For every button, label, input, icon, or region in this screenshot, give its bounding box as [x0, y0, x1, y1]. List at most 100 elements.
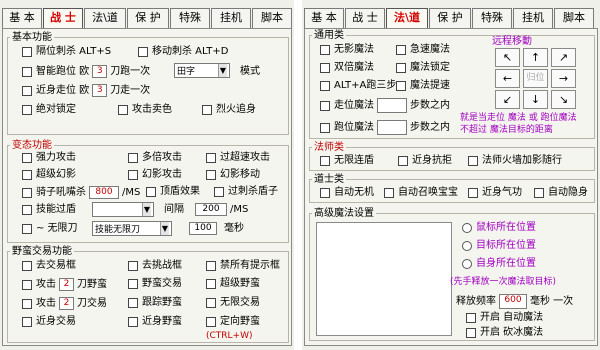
chk-near-trade[interactable]: 近身交易 — [22, 316, 76, 328]
roar-kill-interval[interactable]: 800 — [89, 186, 119, 199]
chk-shadowless-magic[interactable]: 无影魔法 — [320, 44, 374, 56]
chk-auto-stealth[interactable]: 自动隐身 — [534, 187, 588, 199]
magic-list[interactable] — [316, 222, 452, 336]
tab-auto[interactable]: 挂机 — [513, 8, 553, 28]
advanced-group: 高级魔法设置 鼠标所在位置 目标所在位置 自身所在位置 (先手释放一次魔法取目标… — [309, 208, 595, 341]
hotkey-label: (CTRL+W) — [206, 331, 253, 341]
chk-infinite-trade[interactable]: 无限交易 — [206, 297, 260, 309]
tab-special[interactable]: 特殊 — [170, 8, 210, 28]
tab-warrior[interactable]: 战 士 — [43, 8, 83, 28]
chk-near-walk[interactable]: 近身走位 欧 3 刀走一次 — [22, 84, 150, 97]
chk-auto-summon-pet[interactable]: 自动召唤宝宝 — [384, 187, 458, 199]
chk-attack-barbarian[interactable]: 攻击 2 刀野蛮 — [22, 278, 107, 291]
chk-magic-speedup[interactable]: 魔法提速 — [396, 80, 450, 92]
dir-down-right-button[interactable]: ↘ — [551, 90, 576, 109]
chk-super-speed-attack[interactable]: 过超速攻击 — [206, 152, 270, 164]
tab-warrior[interactable]: 战 士 — [345, 8, 385, 28]
chk-magic-lock[interactable]: 魔法锁定 — [396, 62, 450, 74]
chk-auto-magic[interactable]: 开启 自动魔法 — [466, 312, 543, 324]
group-title: 基本功能 — [10, 32, 54, 43]
chk-infinite-blade[interactable]: ~ 无限刀 — [22, 223, 78, 235]
chk-attack-trade[interactable]: 攻击 2 刀交易 — [22, 297, 107, 310]
chk-shield-effect[interactable]: 顶盾效果 — [146, 186, 200, 198]
radio-target-pos[interactable]: 目标所在位置 — [462, 240, 536, 252]
interval-input[interactable]: 200 — [195, 203, 227, 216]
blade-interval-input[interactable]: 100 — [189, 222, 217, 235]
trade-count[interactable]: 2 — [59, 297, 74, 310]
chk-move-stab[interactable]: 移动刺杀 ALT+D — [138, 46, 228, 58]
chk-infinite-shield[interactable]: 无限连盾 — [320, 155, 374, 167]
chk-directed-barbarian[interactable]: 定向野蛮 — [206, 316, 260, 328]
chk-rapid-magic[interactable]: 急速魔法 — [396, 44, 450, 56]
tab-special[interactable]: 特殊 — [472, 8, 512, 28]
freq-input[interactable]: 600 — [499, 294, 527, 309]
dir-home-button[interactable]: 归位 — [523, 69, 548, 88]
tab-protect[interactable]: 保 护 — [127, 8, 169, 28]
barbarian-count[interactable]: 2 — [59, 278, 74, 291]
tab-basic[interactable]: 基 本 — [2, 8, 42, 28]
chk-pass-stab-shield[interactable]: 过刺杀盾子 — [214, 186, 278, 198]
group-title: 道士类 — [312, 174, 346, 185]
tab-script[interactable]: 脚本 — [554, 8, 594, 28]
interval-label: 间隔 — [164, 204, 184, 215]
chk-near-barbarian[interactable]: 近身野蛮 — [128, 316, 182, 328]
remote-move-title: 远程移動 — [492, 36, 532, 47]
chk-disable-prompts[interactable]: 禁所有提示框 — [206, 260, 280, 272]
dir-down-left-button[interactable]: ↙ — [495, 90, 520, 109]
group-title: 高级魔法设置 — [312, 208, 376, 219]
tab-auto[interactable]: 挂机 — [211, 8, 251, 28]
tab-protect[interactable]: 保 护 — [429, 8, 471, 28]
chk-absolute-lock[interactable]: 绝对锁定 — [22, 104, 76, 116]
trade-group: 野蛮交易功能 去交易框 去挑战框 禁所有提示框 攻击 2 刀野蛮 野蛮交易 超级野蛮… — [7, 246, 289, 343]
chk-firewall-follow[interactable]: 法师火墙加影随行 — [468, 155, 562, 167]
walk-steps-input[interactable] — [377, 98, 407, 113]
smart-run-count[interactable]: 3 — [92, 65, 108, 78]
chk-remove-trade-box[interactable]: 去交易框 — [22, 260, 76, 272]
chk-smart-run[interactable]: 智能跑位 欧 3 刀跑一次 — [22, 65, 150, 78]
chk-hit-position-stab[interactable]: 隔位刺杀 ALT+S — [22, 46, 111, 58]
dir-up-button[interactable]: ↑ — [523, 48, 548, 67]
chk-alt-a-run[interactable]: ALT+A跑三步 — [320, 80, 396, 92]
chk-strong-attack[interactable]: 强力攻击 — [22, 152, 76, 164]
chk-barbarian-trade[interactable]: 野蛮交易 — [128, 278, 182, 290]
chk-walk-magic[interactable]: 走位魔法 步数之内 — [320, 98, 450, 113]
mode-select[interactable]: 田字 ▼ — [174, 63, 230, 78]
infinite-blade-select[interactable]: 技能无限刀 ▼ — [92, 221, 172, 236]
chk-multi-attack[interactable]: 多倍攻击 — [128, 152, 182, 164]
chk-super-phantom[interactable]: 超级幻影 — [22, 169, 76, 181]
chk-fire-chase[interactable]: 烈火追身 — [202, 104, 256, 116]
skill-pass-select[interactable]: ▼ — [92, 202, 154, 217]
run-steps-input[interactable] — [377, 120, 407, 135]
chk-remove-challenge-box[interactable]: 去挑战框 — [128, 260, 182, 272]
tab-mage-taoist[interactable]: 法\道 — [84, 8, 126, 28]
tab-script[interactable]: 脚本 — [252, 8, 292, 28]
chk-ice-magic[interactable]: 开启 砍冰魔法 — [466, 327, 543, 339]
chk-run-magic[interactable]: 跑位魔法 步数之内 — [320, 120, 450, 135]
left-content: 基本功能 隔位刺杀 ALT+S 移动刺杀 ALT+D 智能跑位 欧 3 刀跑一次 田… — [2, 28, 292, 346]
dir-up-left-button[interactable]: ↖ — [495, 48, 520, 67]
cast-note: (先手释放一次魔法取目标) — [450, 277, 557, 287]
chk-phantom-attack[interactable]: 幻影攻击 — [128, 169, 182, 181]
radio-self-pos[interactable]: 自身所在位置 — [462, 258, 536, 270]
tab-mage-taoist[interactable]: 法\道 — [386, 8, 428, 28]
chk-phantom-move[interactable]: 幻影移动 — [206, 169, 260, 181]
dir-left-button[interactable]: ← — [495, 69, 520, 88]
dir-up-right-button[interactable]: ↗ — [551, 48, 576, 67]
freq-row: 释放频率 600 毫秒 一次 — [456, 294, 573, 309]
chk-super-barbarian[interactable]: 超级野蛮 — [206, 278, 260, 290]
chk-auto-nothing[interactable]: 自动无机 — [320, 187, 374, 199]
radio-mouse-pos[interactable]: 鼠标所在位置 — [462, 222, 536, 234]
chk-near-qigong[interactable]: 近身气功 — [468, 187, 522, 199]
dir-down-button[interactable]: ↓ — [523, 90, 548, 109]
chk-skill-pass-shield[interactable]: 技能过盾 — [22, 204, 76, 216]
tab-basic[interactable]: 基 本 — [304, 8, 344, 28]
change-group: 变态功能 强力攻击 多倍攻击 过超速攻击 超级幻影 幻影攻击 幻影移动 骑子吼嘴… — [7, 140, 289, 243]
chk-near-repel[interactable]: 近身抗拒 — [398, 155, 452, 167]
chk-track-barbarian[interactable]: 跟踪野蛮 — [128, 297, 182, 309]
dir-right-button[interactable]: → — [551, 69, 576, 88]
basic-group: 基本功能 隔位刺杀 ALT+S 移动刺杀 ALT+D 智能跑位 欧 3 刀跑一次 田… — [7, 32, 289, 135]
chk-attack-color[interactable]: 攻击卖色 — [118, 104, 172, 116]
chk-roar-kill[interactable]: 骑子吼嘴杀 800/MS — [22, 186, 140, 199]
near-walk-count[interactable]: 3 — [92, 84, 108, 97]
chk-double-magic[interactable]: 双倍魔法 — [320, 62, 374, 74]
